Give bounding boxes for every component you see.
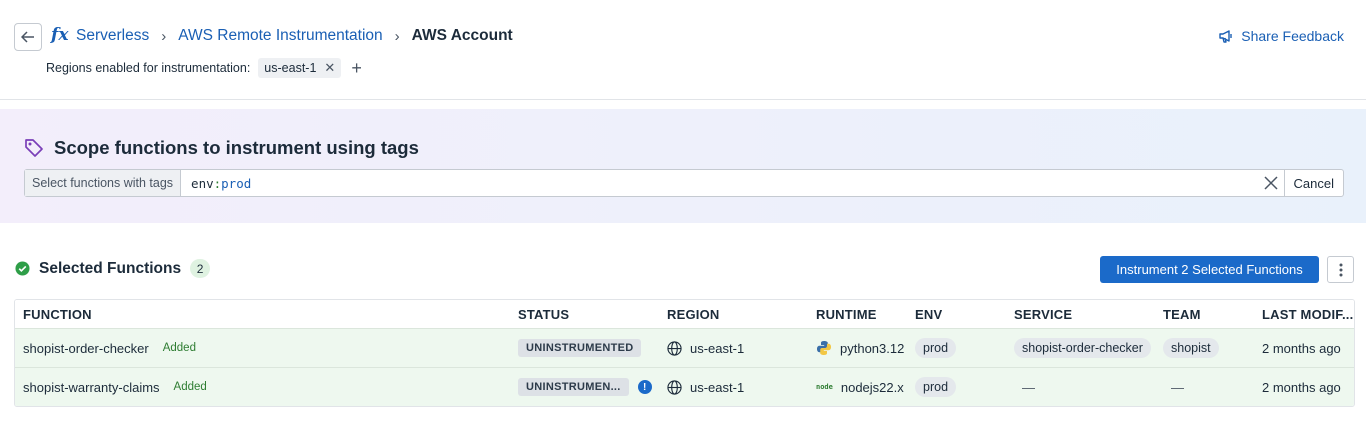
last-modified-cell: 2 months ago [1262,379,1341,395]
function-name: shopist-warranty-claims [23,379,160,395]
more-options-button[interactable] [1327,256,1354,283]
env-tag: prod [915,338,957,358]
column-header-runtime[interactable]: RUNTIME [816,300,877,328]
region-cell: us-east-1 [667,368,744,406]
env-tag: prod [915,377,957,397]
column-header-env[interactable]: ENV [915,300,942,328]
table-header-row: FUNCTION STATUS REGION RUNTIME ENV SERVI… [15,300,1354,328]
nodejs-icon: node [816,383,833,391]
region-tag-label: us-east-1 [264,61,317,75]
cancel-button[interactable]: Cancel [1283,170,1343,196]
status-cell: UNINSTRUMEN... ! [518,368,652,406]
column-header-team[interactable]: TEAM [1163,300,1201,328]
service-empty: — [1022,379,1035,395]
service-cell: shopist-order-checker [1014,329,1151,367]
tag-icon [25,139,43,157]
status-badge: UNINSTRUMEN... [518,378,629,396]
function-cell: shopist-warranty-claims Added [23,368,207,406]
arrow-left-icon [21,31,34,43]
column-header-region[interactable]: REGION [667,300,719,328]
python-icon [816,340,832,356]
regions-row: Regions enabled for instrumentation: us-… [46,58,362,78]
tag-query-value: prod [221,175,252,191]
table-row[interactable]: shopist-order-checker Added UNINSTRUMENT… [15,328,1354,367]
breadcrumb-serverless[interactable]: Serverless [76,27,149,45]
region-cell: us-east-1 [667,329,744,367]
back-button[interactable] [14,23,42,51]
share-feedback-button[interactable]: Share Feedback [1218,28,1344,44]
region-value: us-east-1 [690,379,745,395]
tag-search-label: Select functions with tags [25,170,182,196]
selected-count-badge: 2 [190,259,211,278]
service-cell: — [1014,368,1035,406]
megaphone-icon [1219,30,1232,43]
kebab-menu-icon [1339,263,1342,276]
tag-search-input[interactable]: env: prod [181,170,1257,196]
column-header-status[interactable]: STATUS [518,300,569,328]
added-label: Added [162,342,196,354]
selected-functions-header: Selected Functions 2 [15,259,211,278]
scope-panel: Scope functions to instrument using tags… [0,109,1366,223]
last-modified-cell: 2 months ago [1262,340,1341,356]
breadcrumb-separator: › [394,27,400,45]
team-tag: shopist [1163,338,1219,358]
runtime-value: python3.12 [840,340,905,356]
column-header-service[interactable]: SERVICE [1014,300,1072,328]
clear-search-icon[interactable] [1258,170,1284,196]
env-cell: prod [915,368,957,406]
share-feedback-label: Share Feedback [1241,28,1344,44]
tag-query-key: env [191,175,214,191]
selected-functions-title: Selected Functions [39,259,182,277]
regions-label: Regions enabled for instrumentation: [46,61,251,75]
tag-search-field[interactable]: Select functions with tags env: prod Canc… [24,169,1344,197]
function-name: shopist-order-checker [23,340,149,356]
column-header-last-modified[interactable]: LAST MODIF... [1262,300,1353,328]
fx-icon: fx [51,25,69,45]
table-row[interactable]: shopist-warranty-claims Added UNINSTRUME… [15,367,1354,406]
remove-region-icon[interactable]: ✕ [324,60,335,76]
column-header-function[interactable]: FUNCTION [23,300,92,328]
env-cell: prod [915,329,957,367]
page-title: AWS Account [411,27,513,44]
page-header: fx Serverless › AWS Remote Instrumentati… [0,0,1366,100]
status-info-icon[interactable]: ! [637,380,652,394]
status-cell: UNINSTRUMENTED [518,329,642,367]
tag-query-colon: : [213,175,222,191]
team-empty: — [1171,379,1184,395]
status-badge: UNINSTRUMENTED [518,339,642,357]
service-tag: shopist-order-checker [1014,338,1151,358]
runtime-cell: node nodejs22.x [816,368,904,406]
instrument-selected-button[interactable]: Instrument 2 Selected Functions [1100,256,1319,283]
team-cell: shopist [1163,329,1219,367]
scope-title: Scope functions to instrument using tags [24,137,419,159]
breadcrumb: Serverless › AWS Remote Instrumentation … [76,27,513,45]
globe-icon [667,340,682,356]
scope-title-text: Scope functions to instrument using tags [54,137,419,158]
globe-icon [667,379,682,395]
add-region-icon[interactable]: + [351,59,362,77]
function-cell: shopist-order-checker Added [23,329,196,367]
region-tag: us-east-1 ✕ [258,58,342,78]
breadcrumb-aws-remote-instrumentation[interactable]: AWS Remote Instrumentation [178,27,382,45]
breadcrumb-separator: › [161,27,167,45]
check-circle-icon [15,261,30,276]
functions-table: FUNCTION STATUS REGION RUNTIME ENV SERVI… [14,299,1355,407]
runtime-cell: python3.12 [816,329,904,367]
team-cell: — [1163,368,1184,406]
region-value: us-east-1 [690,340,745,356]
added-label: Added [173,381,207,393]
runtime-value: nodejs22.x [840,379,904,395]
